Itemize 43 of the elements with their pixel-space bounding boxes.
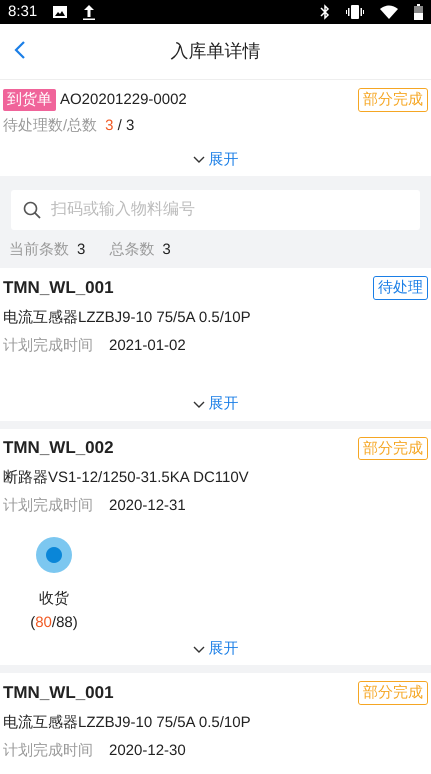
status-tag: 待处理 <box>373 276 428 300</box>
date-label: 计划完成时间 <box>3 496 93 516</box>
chevron-icon <box>192 155 204 164</box>
item-code: TMN_WL_001 <box>3 276 114 299</box>
back-button[interactable] <box>14 40 26 60</box>
step-label: 收货 <box>39 588 69 608</box>
status-time: 8:31 <box>8 2 38 22</box>
expand-button[interactable]: 展开 <box>184 392 246 416</box>
order-number: AO20201229-0002 <box>60 90 187 110</box>
item-description: 电流互感器LZZBJ9-10 75/5A 0.5/10P <box>3 712 252 733</box>
count-value: 3 / 3 <box>105 116 134 136</box>
summary-value: 3 <box>77 240 86 260</box>
image-icon <box>53 6 68 18</box>
summary-value: 3 <box>162 240 171 260</box>
item-code: TMN_WL_001 <box>3 682 114 704</box>
item-code: TMN_WL_002 <box>3 436 114 459</box>
vibrate-icon <box>346 5 364 19</box>
summary-label: 当前条数 <box>9 240 69 260</box>
chevron-icon <box>192 400 204 409</box>
chevron-icon <box>192 644 204 654</box>
item-description: 电流互感器LZZBJ9-10 75/5A 0.5/10P <box>3 308 252 328</box>
expand-button[interactable]: 展开 <box>184 637 246 662</box>
date-label: 计划完成时间 <box>3 741 93 761</box>
battery-icon <box>414 4 423 20</box>
count-label: 待处理数/总数 <box>3 116 98 136</box>
date-label: 计划完成时间 <box>3 336 93 356</box>
step-count: (80/88) <box>30 612 78 633</box>
back-icon <box>14 40 26 60</box>
status-tag: 部分完成 <box>358 436 428 460</box>
expand-button[interactable]: 展开 <box>184 148 246 172</box>
item-description: 断路器VS1-12/1250-31.5KA DC110V <box>3 468 250 488</box>
summary-label: 总条数 <box>109 240 154 260</box>
status-tag: 部分完成 <box>358 681 428 705</box>
date-value: 2021-01-02 <box>109 336 186 356</box>
order-type-tag: 到货单 <box>3 88 56 111</box>
wifi-icon <box>380 5 398 19</box>
date-value: 2020-12-31 <box>109 496 186 516</box>
page-title: 入库单详情 <box>170 40 260 64</box>
status-tag: 部分完成 <box>358 88 428 112</box>
bluetooth-icon <box>320 4 330 20</box>
upload-icon <box>83 4 96 20</box>
date-value: 2020-12-30 <box>109 741 186 761</box>
search-field[interactable]: 扫码或输入物料编号 <box>11 190 420 230</box>
